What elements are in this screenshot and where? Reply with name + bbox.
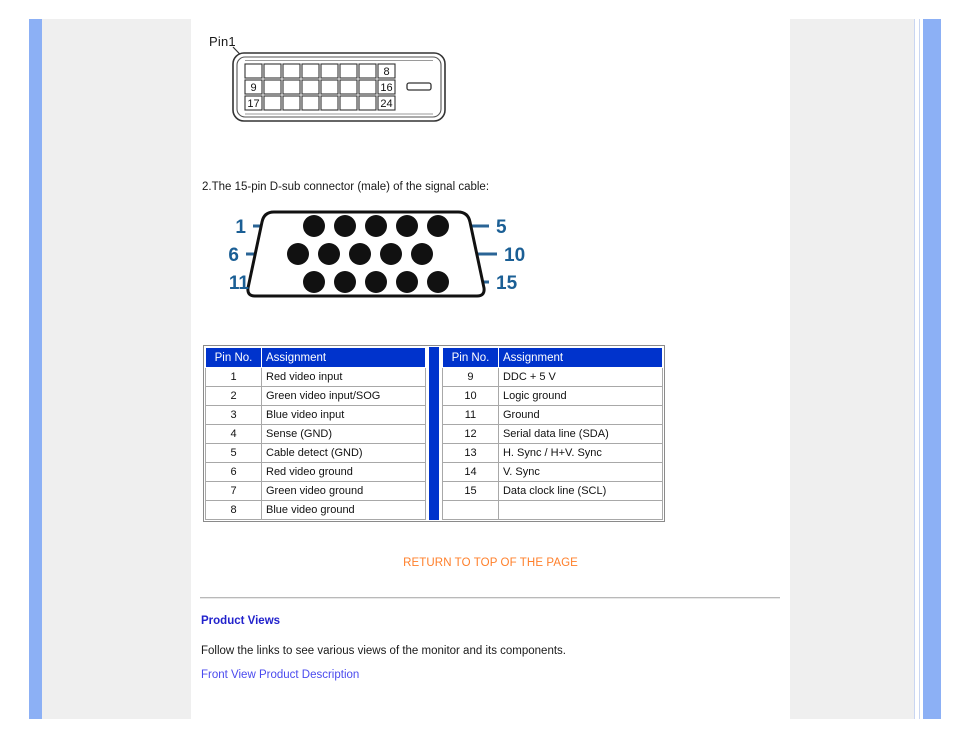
right-edge-blue-bar [923,19,941,719]
table-header-row: Pin No. Assignment [441,347,663,368]
cell-assignment: Green video ground [260,481,427,501]
cell-assignment: Red video input [260,367,427,387]
cell-assignment: Ground [497,405,663,425]
svg-text:8: 8 [383,66,389,78]
table-row: 11 Ground [441,405,663,425]
table-row: 7 Green video ground [205,481,427,501]
horizontal-divider [200,597,780,599]
cell-assignment: Blue video ground [260,500,427,520]
cell-assignment: Cable detect (GND) [260,443,427,463]
svg-text:1: 1 [235,217,246,238]
cell-pin-no: 12 [441,424,499,444]
svg-text:5: 5 [496,217,507,238]
table-row: 12 Serial data line (SDA) [441,424,663,444]
cell-assignment: H. Sync / H+V. Sync [497,443,663,463]
cell-empty [497,500,663,520]
header-pin-no: Pin No. [441,347,499,368]
table-row: 5 Cable detect (GND) [205,443,427,463]
table-row: 6 Red video ground [205,462,427,482]
cell-pin-no: 9 [441,367,499,387]
cell-assignment: Green video input/SOG [260,386,427,406]
svg-text:10: 10 [504,245,525,266]
table-row: 3 Blue video input [205,405,427,425]
pin-table-right-body: 9 DDC + 5 V 10 Logic ground 11 Ground 12 Ser… [441,367,663,520]
svg-text:9: 9 [250,82,256,94]
cell-pin-no: 6 [205,462,262,482]
content-area: Pin1 8 16 24 9 17 2.The 15-pin D-sub con… [191,19,790,719]
cell-assignment: V. Sync [497,462,663,482]
pin-table-left: Pin No. Assignment 1 Red video input 2 Gre… [205,347,427,520]
cell-pin-no: 1 [205,367,262,387]
svg-text:11: 11 [229,273,250,294]
svg-text:15: 15 [496,273,518,294]
cell-assignment: Data clock line (SCL) [497,481,663,501]
dvi-connector-drawing: 8 16 24 9 17 [232,46,446,122]
header-assignment: Assignment [497,347,663,368]
pin-table-right: Pin No. Assignment 9 DDC + 5 V 10 Logic gr… [441,347,663,520]
dvi-connector-figure: Pin1 8 16 24 9 17 [201,19,481,159]
right-divider-line-2 [919,19,920,719]
svg-text:24: 24 [380,98,392,110]
table-row: 15 Data clock line (SCL) [441,481,663,501]
page-root: Pin1 8 16 24 9 17 2.The 15-pin D-sub con… [0,0,954,738]
cell-empty [441,500,499,520]
right-divider-line-1 [914,19,915,719]
cell-pin-no: 7 [205,481,262,501]
cell-pin-no: 13 [441,443,499,463]
cell-pin-no: 15 [441,481,499,501]
dsub-connector-figure: 1 6 11 5 10 15 [201,204,531,309]
cell-pin-no: 2 [205,386,262,406]
product-views-description: Follow the links to see various views of… [201,645,566,657]
return-to-top-link[interactable]: RETURN TO TOP OF THE PAGE [191,557,790,569]
dvi-pin1-label: Pin1 [209,34,236,49]
cell-assignment: Sense (GND) [260,424,427,444]
left-edge-blue-bar [29,19,42,719]
table-row: 4 Sense (GND) [205,424,427,444]
svg-text:17: 17 [247,98,259,110]
cell-assignment: DDC + 5 V [497,367,663,387]
front-view-product-description-link[interactable]: Front View Product Description [201,669,359,681]
table-header-row: Pin No. Assignment [205,347,427,368]
header-pin-no: Pin No. [205,347,262,368]
table-row: 14 V. Sync [441,462,663,482]
tables-blue-divider [429,347,439,520]
cell-assignment: Serial data line (SDA) [497,424,663,444]
cell-pin-no: 8 [205,500,262,520]
table-row: 13 H. Sync / H+V. Sync [441,443,663,463]
cell-pin-no: 4 [205,424,262,444]
table-row: 8 Blue video ground [205,500,427,520]
cell-assignment: Red video ground [260,462,427,482]
table-row: 1 Red video input [205,367,427,387]
product-views-heading: Product Views [201,615,281,627]
cell-assignment: Blue video input [260,405,427,425]
dsub-caption: 2.The 15-pin D-sub connector (male) of t… [202,181,490,193]
table-row-empty [441,500,663,520]
table-row: 10 Logic ground [441,386,663,406]
table-row: 2 Green video input/SOG [205,386,427,406]
dsub-connector-drawing: 1 6 11 5 10 15 [228,210,525,298]
cell-pin-no: 5 [205,443,262,463]
pin-table-left-body: 1 Red video input 2 Green video input/SOG … [205,367,427,520]
left-gray-panel [42,19,191,719]
cell-assignment: Logic ground [497,386,663,406]
cell-pin-no: 14 [441,462,499,482]
cell-pin-no: 10 [441,386,499,406]
cell-pin-no: 11 [441,405,499,425]
svg-text:6: 6 [228,245,239,266]
right-gray-panel [790,19,914,719]
svg-text:16: 16 [380,82,392,94]
header-assignment: Assignment [260,347,427,368]
pin-assignment-tables: Pin No. Assignment 1 Red video input 2 Gre… [203,345,665,522]
table-row: 9 DDC + 5 V [441,367,663,387]
cell-pin-no: 3 [205,405,262,425]
